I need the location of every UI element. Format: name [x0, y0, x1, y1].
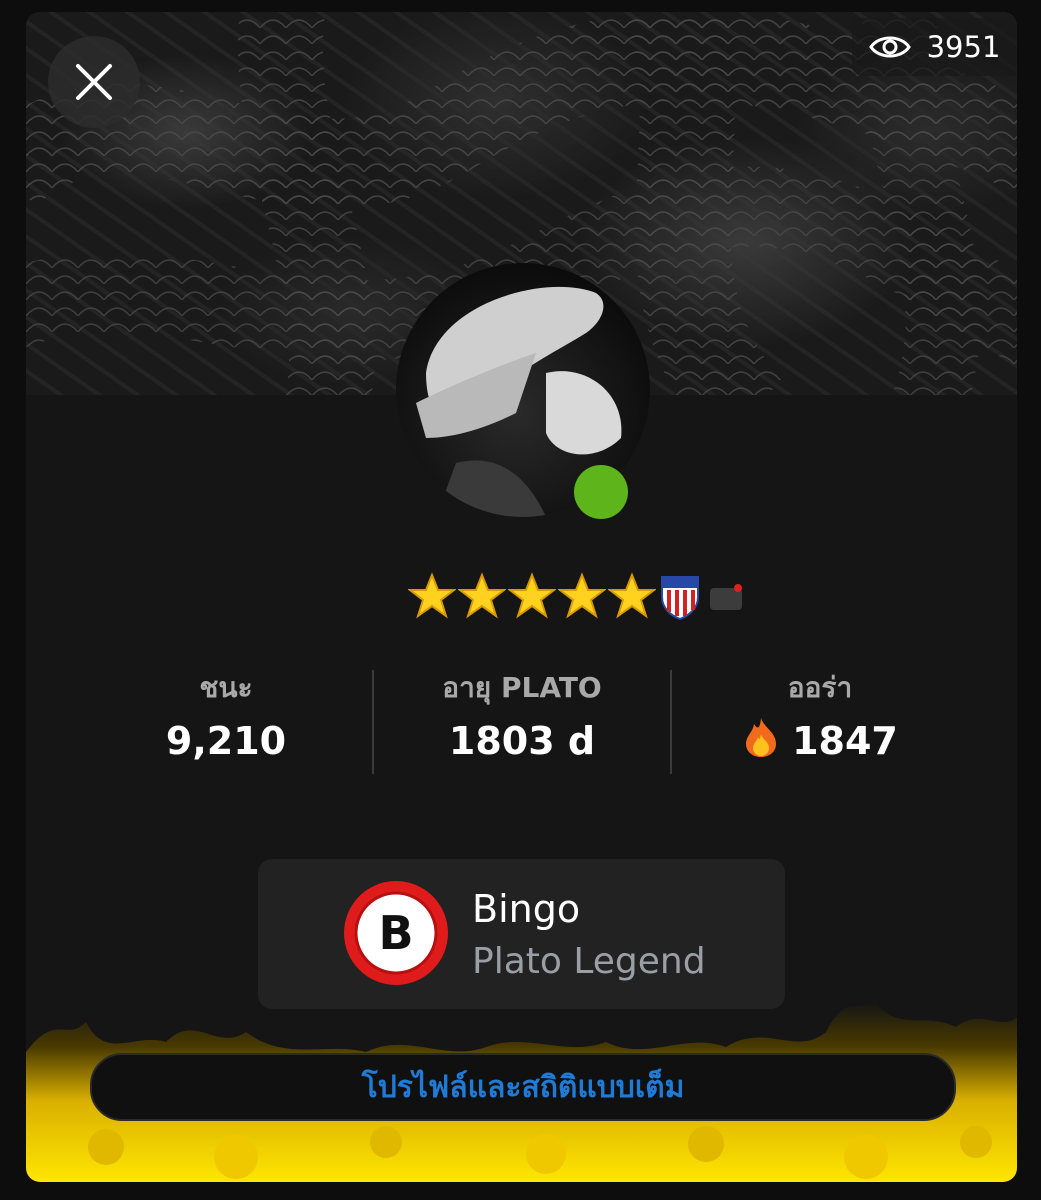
star-icon: [508, 572, 556, 619]
stats-row: ชนะ 9,210 อายุ PLATO 1803 d ออร่า 1847: [76, 670, 976, 774]
star-icon: [458, 572, 506, 619]
notification-badge-icon: [710, 584, 742, 610]
profile-card: 3951 ชนะ 9,210 อายุ PLATO 1803 d ออร่า 1…: [26, 12, 1017, 1182]
stat-label: อายุ PLATO: [442, 671, 602, 704]
close-button[interactable]: [48, 36, 140, 128]
stat-value-row: 1847: [670, 714, 970, 768]
stat-wins: ชนะ 9,210: [76, 670, 376, 768]
stat-label: ออร่า: [787, 671, 853, 704]
stat-plato-age: อายุ PLATO 1803 d: [372, 670, 672, 768]
views-count: 3951: [926, 30, 1001, 64]
close-icon: [76, 64, 112, 100]
aura-value: 1847: [792, 719, 898, 763]
shield-badge-icon: [661, 576, 699, 621]
fire-icon: [746, 718, 777, 757]
bingo-logo-icon: B: [344, 881, 448, 985]
online-status-indicator: [574, 465, 628, 519]
stat-value: 9,210: [165, 719, 287, 763]
game-name: Bingo: [472, 887, 581, 931]
star-icon: [608, 572, 656, 619]
star-icon: [408, 572, 456, 619]
stat-value: 1803 d: [448, 719, 596, 763]
stat-aura: ออร่า 1847: [670, 670, 970, 768]
view-counter: 3951: [852, 18, 1017, 76]
featured-game-card[interactable]: B Bingo Plato Legend: [258, 859, 785, 1009]
full-profile-button[interactable]: โปรไฟล์และสถิติแบบเต็ม: [90, 1053, 956, 1121]
badge-row: [408, 570, 748, 622]
game-title: Plato Legend: [472, 941, 706, 982]
star-icon: [558, 572, 606, 619]
bingo-logo-letter: B: [378, 906, 413, 960]
stat-label: ชนะ: [199, 671, 253, 704]
eye-icon: [868, 36, 911, 58]
